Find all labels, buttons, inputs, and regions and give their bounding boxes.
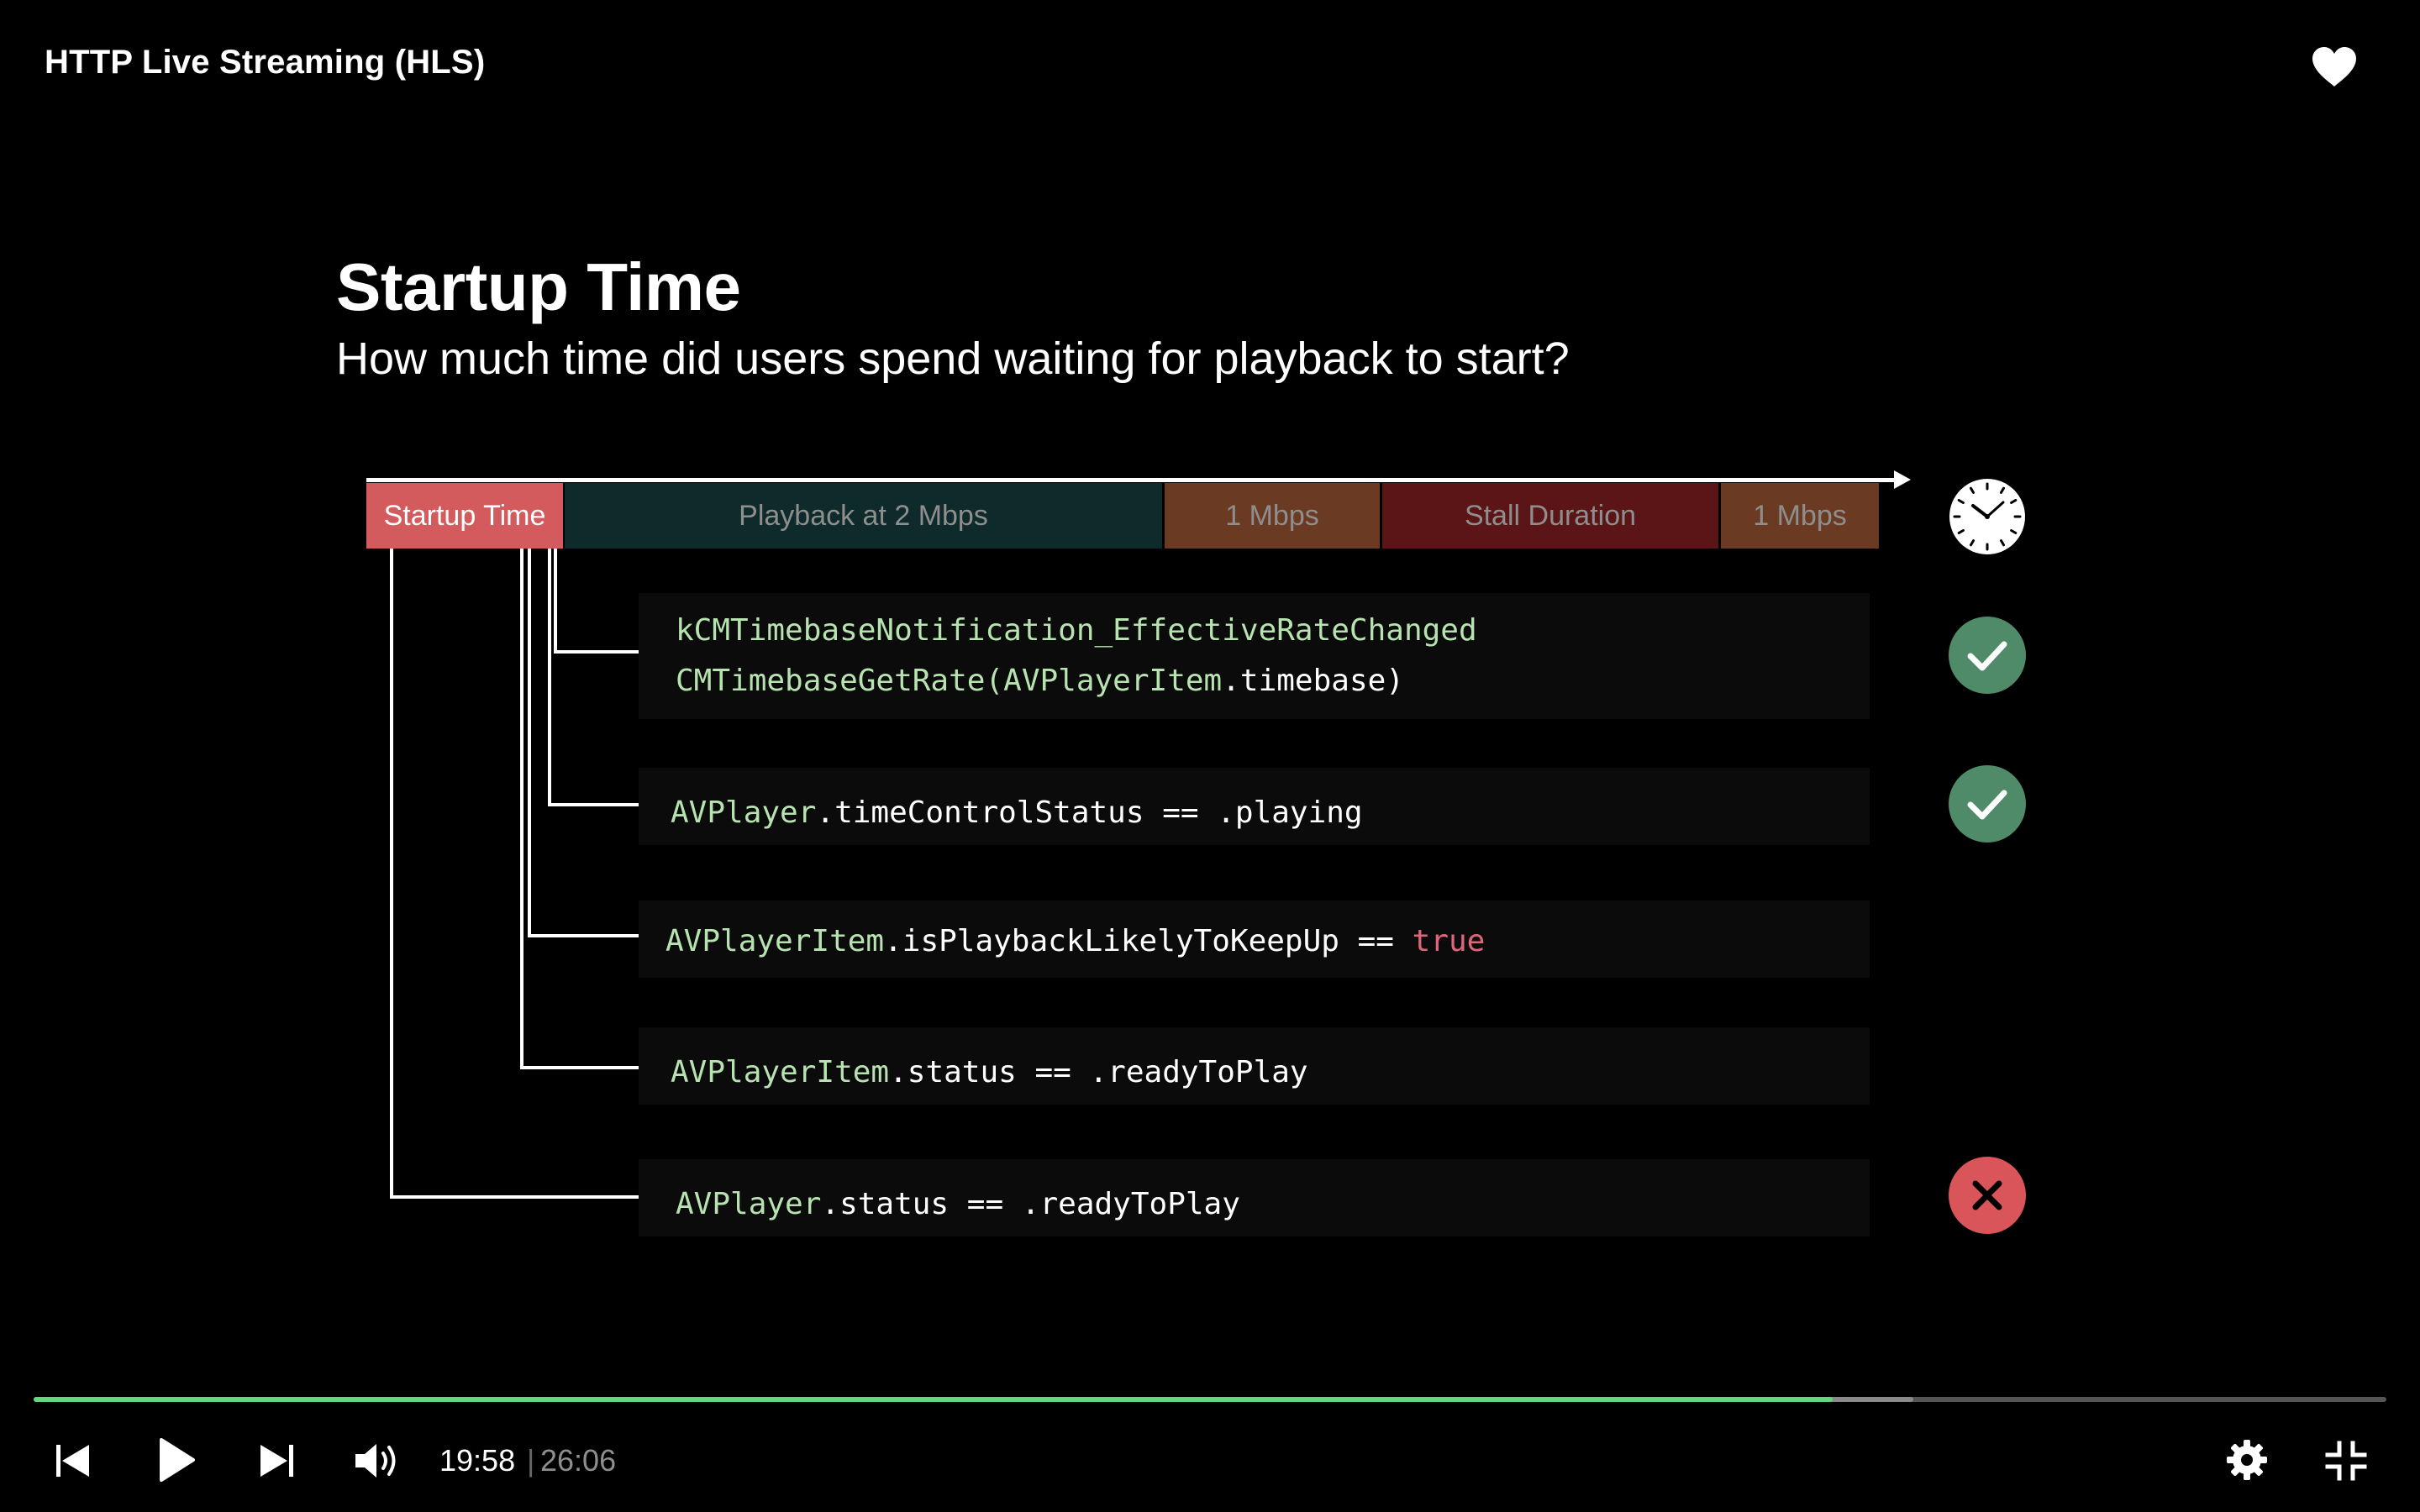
code-line: AVPlayer.status == .readyToPlay <box>676 1187 1240 1221</box>
code-token: AVPlayerItem <box>666 924 885 958</box>
timeline-axis <box>366 478 1899 482</box>
code-line: AVPlayerItem.isPlaybackLikelyToKeepUp ==… <box>666 924 1485 958</box>
skip-forward-icon <box>260 1445 293 1477</box>
total-duration: 26:06 <box>540 1443 617 1478</box>
progress-played <box>34 1397 1833 1402</box>
code-line: CMTimebaseGetRate(AVPlayerItem.timebase) <box>676 664 1404 698</box>
timeline-arrow-icon <box>1894 470 1911 489</box>
segment-1mbps: 1 Mbps <box>1165 483 1380 549</box>
play-icon <box>160 1438 195 1482</box>
code-token: .status == .readyToPlay <box>821 1187 1240 1221</box>
connector-line <box>528 934 640 937</box>
code-token: .status == .readyToPlay <box>889 1055 1308 1089</box>
code-token: AVPlayerItem <box>1003 664 1223 698</box>
code-token: true <box>1412 924 1486 958</box>
connector-line <box>554 549 557 654</box>
connector-line <box>390 549 393 1199</box>
code-line: AVPlayerItem.status == .readyToPlay <box>671 1055 1308 1089</box>
time-separator: | <box>527 1443 535 1478</box>
connector-line <box>390 1195 640 1199</box>
slide-subtitle: How much time did users spend waiting fo… <box>336 333 1570 384</box>
previous-button[interactable] <box>54 1441 92 1480</box>
play-button[interactable] <box>158 1436 197 1483</box>
progress-bar[interactable] <box>34 1397 2386 1402</box>
next-button[interactable] <box>257 1441 296 1480</box>
connector-line <box>520 549 523 1069</box>
exit-fullscreen-button[interactable] <box>2324 1440 2368 1482</box>
code-token: CMTimebaseGetRate( <box>676 664 1004 698</box>
code-panel <box>639 593 1870 719</box>
code-token: AVPlayerItem <box>671 1055 890 1089</box>
code-token: AVPlayer <box>671 795 817 830</box>
connector-line <box>528 549 531 937</box>
volume-icon <box>355 1444 396 1478</box>
code-token: .timeControlStatus == .playing <box>816 795 1363 830</box>
segment-playback-2mbps: Playback at 2 Mbps <box>565 483 1162 549</box>
connector-line <box>548 549 551 806</box>
segment-stall-duration: Stall Duration <box>1382 483 1718 549</box>
volume-button[interactable] <box>353 1440 403 1482</box>
connector-line <box>520 1066 640 1069</box>
connector-line <box>554 650 640 654</box>
gear-icon <box>2227 1440 2267 1480</box>
code-line: AVPlayer.timeControlStatus == .playing <box>671 795 1363 830</box>
connector-line <box>548 803 640 806</box>
code-token: .timebase) <box>1222 664 1404 698</box>
segment-startup-time: Startup Time <box>366 483 563 549</box>
exit-fullscreen-icon <box>2325 1441 2367 1481</box>
settings-button[interactable] <box>2225 1438 2269 1482</box>
code-token: .isPlaybackLikelyToKeepUp == <box>884 924 1413 958</box>
skip-back-icon <box>56 1445 89 1477</box>
segment-1mbps-end: 1 Mbps <box>1721 483 1879 549</box>
clock-icon <box>1949 479 2025 554</box>
cross-icon <box>1949 1157 2026 1234</box>
code-token: AVPlayer <box>676 1187 822 1221</box>
checkmark-icon <box>1949 617 2026 694</box>
code-line: kCMTimebaseNotification_EffectiveRateCha… <box>676 613 1477 648</box>
checkmark-icon <box>1949 765 2026 843</box>
slide-title: Startup Time <box>336 249 741 324</box>
slide: Startup Time How much time did users spe… <box>0 0 2420 1378</box>
current-time: 19:58 <box>439 1443 516 1478</box>
video-player: HTTP Live Streaming (HLS) Startup Time H… <box>0 0 2420 1512</box>
